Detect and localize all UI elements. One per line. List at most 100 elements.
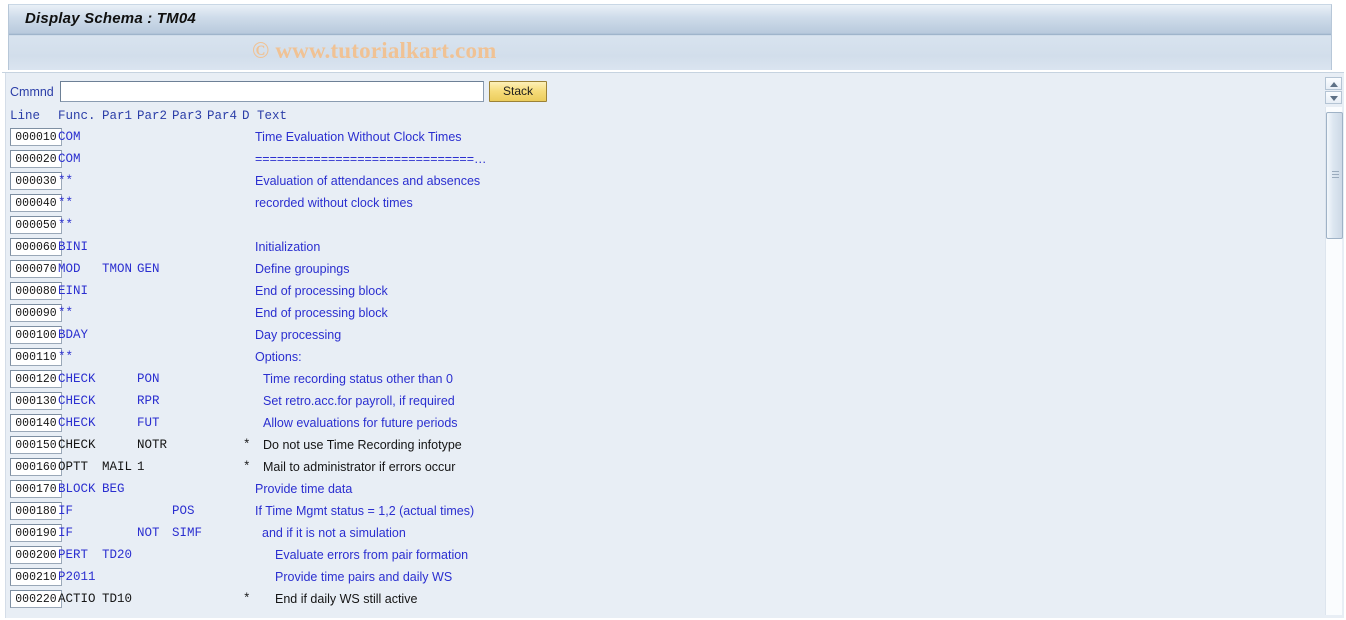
scroll-down-icon[interactable] bbox=[1325, 91, 1342, 104]
table-row[interactable]: ** bbox=[2, 215, 1302, 237]
line-number-input[interactable] bbox=[10, 238, 62, 256]
table-row[interactable]: ** Evaluation of attendances and absences bbox=[2, 171, 1302, 193]
table-row[interactable]: CHECK RPR Set retro.acc.for payroll, if re… bbox=[2, 391, 1302, 413]
line-number-input[interactable] bbox=[10, 150, 62, 168]
cell-par2[interactable]: FUT bbox=[137, 416, 160, 430]
table-row[interactable]: P2011 Provide time pairs and daily WS bbox=[2, 567, 1302, 589]
line-number-input[interactable] bbox=[10, 370, 62, 388]
table-row[interactable]: BLOCK BEG Provide time data bbox=[2, 479, 1302, 501]
scrollbar-track[interactable] bbox=[1325, 107, 1343, 615]
stack-button[interactable]: Stack bbox=[489, 81, 547, 102]
cell-par3[interactable]: SIMF bbox=[172, 526, 202, 540]
cell-func[interactable]: CHECK bbox=[58, 394, 96, 408]
line-number-input[interactable] bbox=[10, 436, 62, 454]
table-row[interactable]: ** recorded without clock times bbox=[2, 193, 1302, 215]
schema-panel: Cmmnd Stack Line Func. Par1 Par2 Par3 Pa… bbox=[2, 72, 1344, 618]
cell-func[interactable]: CHECK bbox=[58, 372, 96, 386]
cell-par1[interactable]: TD10 bbox=[102, 592, 132, 606]
column-header-line: Line bbox=[10, 109, 41, 123]
line-number-input[interactable] bbox=[10, 282, 62, 300]
cell-func[interactable]: IF bbox=[58, 526, 73, 540]
cell-func[interactable]: COM bbox=[58, 130, 81, 144]
table-row[interactable]: COM ==============================… bbox=[2, 149, 1302, 171]
scrollbar-thumb[interactable] bbox=[1326, 112, 1343, 240]
cell-par2[interactable]: RPR bbox=[137, 394, 160, 408]
line-number-input[interactable] bbox=[10, 568, 62, 586]
table-row[interactable]: MOD TMON GEN Define groupings bbox=[2, 259, 1302, 281]
table-row[interactable]: IF POS If Time Mgmt status = 1,2 (actual t… bbox=[2, 501, 1302, 523]
column-header-par3: Par3 bbox=[172, 109, 203, 123]
cell-func[interactable]: BDAY bbox=[58, 328, 88, 342]
cell-func[interactable]: ** bbox=[58, 174, 73, 188]
cell-d[interactable]: * bbox=[243, 438, 251, 452]
line-number-input[interactable] bbox=[10, 414, 62, 432]
column-header-par4: Par4 bbox=[207, 109, 238, 123]
table-row[interactable]: BINI Initialization bbox=[2, 237, 1302, 259]
cell-func[interactable]: BLOCK bbox=[58, 482, 96, 496]
table-row[interactable]: ** End of processing block bbox=[2, 303, 1302, 325]
line-number-input[interactable] bbox=[10, 458, 62, 476]
table-row[interactable]: CHECK PON Time recording status other than… bbox=[2, 369, 1302, 391]
line-number-input[interactable] bbox=[10, 480, 62, 498]
table-row[interactable]: BDAY Day processing bbox=[2, 325, 1302, 347]
cell-par2[interactable]: PON bbox=[137, 372, 160, 386]
cell-func[interactable]: CHECK bbox=[58, 416, 96, 430]
line-number-input[interactable] bbox=[10, 172, 62, 190]
vertical-scrollbar[interactable] bbox=[1325, 77, 1343, 615]
line-number-input[interactable] bbox=[10, 502, 62, 520]
line-number-input[interactable] bbox=[10, 348, 62, 366]
line-number-input[interactable] bbox=[10, 524, 62, 542]
cell-par3[interactable]: POS bbox=[172, 504, 195, 518]
table-row[interactable]: COM Time Evaluation Without Clock Times bbox=[2, 127, 1302, 149]
cell-func[interactable]: BINI bbox=[58, 240, 88, 254]
cell-func[interactable]: ACTIO bbox=[58, 592, 96, 606]
cell-func[interactable]: OPTT bbox=[58, 460, 88, 474]
cell-par1[interactable]: BEG bbox=[102, 482, 125, 496]
cell-func[interactable]: P2011 bbox=[58, 570, 96, 584]
cell-func[interactable]: ** bbox=[58, 218, 73, 232]
line-number-input[interactable] bbox=[10, 194, 62, 212]
command-input[interactable] bbox=[60, 81, 484, 102]
cell-func[interactable]: ** bbox=[58, 350, 73, 364]
line-number-input[interactable] bbox=[10, 590, 62, 608]
cell-d[interactable]: * bbox=[243, 592, 251, 606]
line-number-input[interactable] bbox=[10, 546, 62, 564]
table-row[interactable]: ** Options: bbox=[2, 347, 1302, 369]
cell-d[interactable]: * bbox=[243, 460, 251, 474]
line-number-input[interactable] bbox=[10, 260, 62, 278]
cell-par1[interactable]: TD20 bbox=[102, 548, 132, 562]
table-row[interactable]: CHECK NOTR * Do not use Time Recording info… bbox=[2, 435, 1302, 457]
cell-par1[interactable]: MAIL bbox=[102, 460, 132, 474]
cell-func[interactable]: IF bbox=[58, 504, 73, 518]
cell-func[interactable]: COM bbox=[58, 152, 81, 166]
table-row[interactable]: CHECK FUT Allow evaluations for future per… bbox=[2, 413, 1302, 435]
cell-text: Define groupings bbox=[255, 262, 350, 276]
cell-func[interactable]: EINI bbox=[58, 284, 88, 298]
cell-text: Day processing bbox=[255, 328, 342, 342]
line-number-input[interactable] bbox=[10, 326, 62, 344]
table-row[interactable]: PERT TD20 Evaluate errors from pair format… bbox=[2, 545, 1302, 567]
cell-text: Set retro.acc.for payroll, if required bbox=[263, 394, 455, 408]
cell-par2[interactable]: NOTR bbox=[137, 438, 167, 452]
cell-par2[interactable]: NOT bbox=[137, 526, 160, 540]
cell-func[interactable]: CHECK bbox=[58, 438, 96, 452]
cell-text: If Time Mgmt status = 1,2 (actual times) bbox=[255, 504, 475, 518]
cell-par1[interactable]: TMON bbox=[102, 262, 132, 276]
line-number-input[interactable] bbox=[10, 216, 62, 234]
cell-func[interactable]: PERT bbox=[58, 548, 88, 562]
table-row[interactable]: ACTIO TD10 * End if daily WS still active bbox=[2, 589, 1302, 611]
cell-func[interactable]: ** bbox=[58, 196, 73, 210]
line-number-input[interactable] bbox=[10, 128, 62, 146]
scroll-up-icon[interactable] bbox=[1325, 77, 1342, 90]
cell-func[interactable]: ** bbox=[58, 306, 73, 320]
watermark-text: © www.tutorialkart.com bbox=[252, 38, 497, 63]
table-row[interactable]: OPTT MAIL 1 * Mail to administrator if error… bbox=[2, 457, 1302, 479]
cell-text: End of processing block bbox=[255, 306, 388, 320]
table-row[interactable]: IF NOT SIMF and if it is not a simulation bbox=[2, 523, 1302, 545]
cell-par2[interactable]: GEN bbox=[137, 262, 160, 276]
cell-func[interactable]: MOD bbox=[58, 262, 81, 276]
table-row[interactable]: EINI End of processing block bbox=[2, 281, 1302, 303]
line-number-input[interactable] bbox=[10, 392, 62, 410]
line-number-input[interactable] bbox=[10, 304, 62, 322]
cell-par2[interactable]: 1 bbox=[137, 460, 145, 474]
